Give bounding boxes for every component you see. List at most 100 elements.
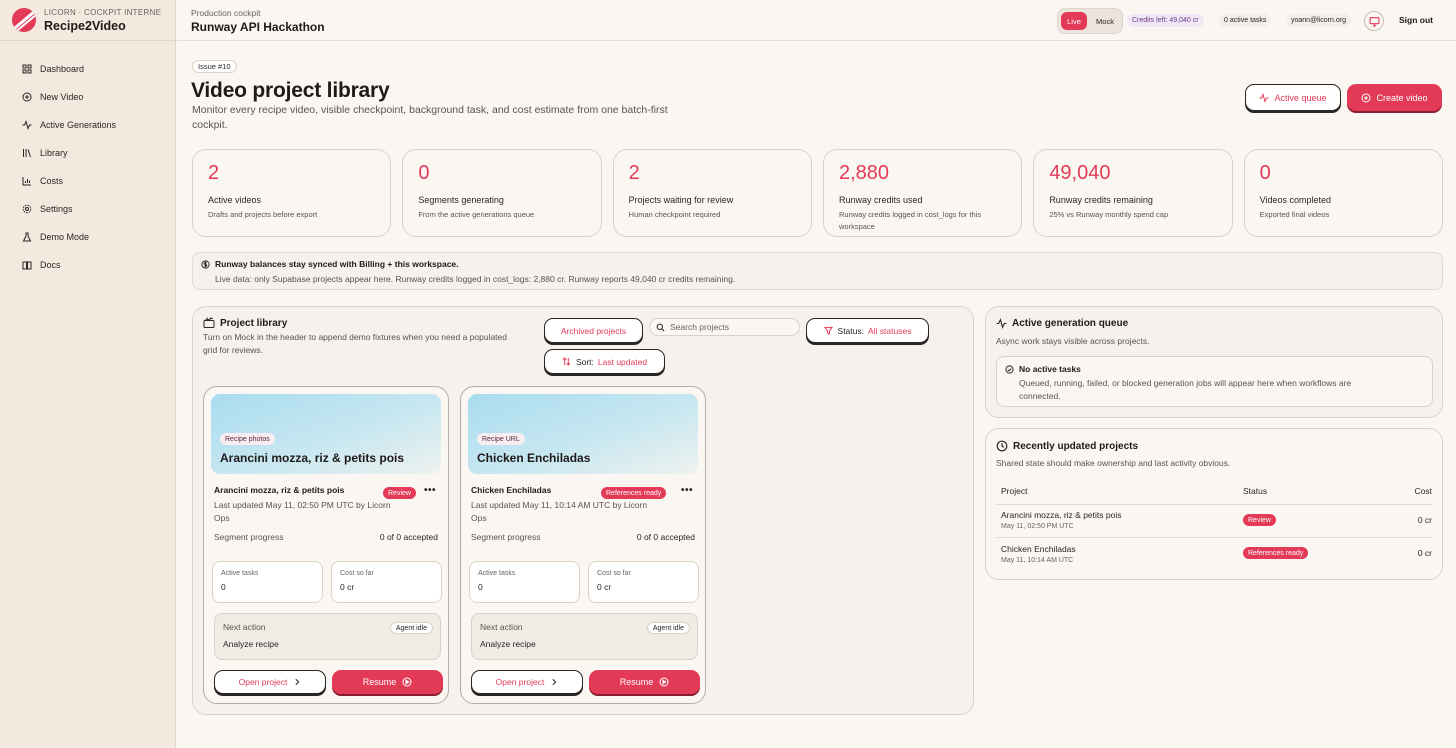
credits-left-badge: Credits left: 49,040 cr [1127, 14, 1204, 27]
agent-status-badge: Agent idle [389, 622, 433, 634]
sidebar-item-library[interactable]: Library [0, 139, 175, 167]
stat-card-waiting-review: 2 Projects waiting for review Human chec… [612, 149, 812, 237]
status-badge: Review [1243, 514, 1276, 526]
source-tag: Recipe URL [477, 433, 525, 445]
stat-card-credits-remaining: 49,040 Runway credits remaining 25% vs R… [1033, 149, 1233, 237]
sign-out-button[interactable]: Sign out [1399, 15, 1433, 25]
stat-value: 0 [1259, 162, 1271, 184]
grid-icon [22, 64, 32, 74]
sidebar: LICORN · COCKPIT INTERNE Recipe2Video Da… [0, 0, 176, 748]
status-filter-dropdown[interactable]: Status: All statuses [806, 318, 929, 343]
sort-arrows-icon [562, 357, 571, 366]
segment-progress-value: 0 of 0 accepted [636, 532, 695, 542]
brand-name: Recipe2Video [44, 18, 126, 33]
resume-button[interactable]: Resume [589, 670, 700, 694]
sort-dropdown[interactable]: Sort: Last updated [544, 349, 665, 374]
agent-status-badge: Agent idle [646, 622, 690, 634]
row-project-name: Arancini mozza, riz & petits pois [1001, 510, 1122, 520]
open-project-button[interactable]: Open project [471, 670, 583, 694]
sidebar-item-label: Settings [40, 204, 73, 214]
stat-value: 2 [208, 162, 220, 184]
queue-empty-state: No active tasks Queued, running, failed,… [996, 356, 1433, 407]
column-header-cost[interactable]: Cost [1415, 486, 1432, 496]
segment-progress-label: Segment progress [214, 532, 284, 542]
sidebar-item-label: Active Generations [40, 120, 117, 130]
stat-card-active-videos: 2 Active videos Drafts and projects befo… [192, 149, 392, 237]
open-project-button[interactable]: Open project [214, 670, 326, 694]
recent-title: Recently updated projects [1013, 440, 1139, 452]
licorn-logo-icon [12, 8, 36, 32]
stat-subtext: 25% vs Runway monthly spend cap [1049, 210, 1169, 219]
next-action-box: Next action Analyze recipe Agent idle [471, 613, 698, 660]
project-thumbnail[interactable]: Recipe URL Chicken Enchiladas [468, 394, 698, 474]
active-queue-button[interactable]: Active queue [1245, 84, 1341, 111]
stat-label: Runway credits remaining [1049, 195, 1153, 205]
more-options-icon[interactable]: ••• [681, 485, 693, 496]
stat-value: 2,880 [838, 162, 890, 184]
status-badge: Review [383, 487, 416, 499]
display-button[interactable] [1364, 11, 1384, 31]
sidebar-item-demo-mode[interactable]: Demo Mode [0, 223, 175, 251]
user-email-badge: yoann@licorn.org [1286, 14, 1351, 27]
row-cost: 0 cr [1417, 548, 1432, 558]
project-name: Chicken Enchiladas [471, 485, 552, 495]
more-options-icon[interactable]: ••• [424, 485, 436, 496]
column-header-project[interactable]: Project [1001, 486, 1027, 496]
project-library-panel: Project library Turn on Mock in the head… [192, 306, 974, 715]
create-video-label: Create video [1376, 92, 1428, 103]
archived-projects-button[interactable]: Archived projects [544, 318, 643, 343]
project-card[interactable]: Recipe URL Chicken Enchiladas Chicken En… [460, 386, 706, 704]
library-subtitle: Turn on Mock in the header to append dem… [203, 332, 507, 355]
sidebar-item-settings[interactable]: Settings [0, 195, 175, 223]
create-video-button[interactable]: Create video [1347, 84, 1442, 111]
active-tasks-value: 0 [221, 582, 226, 592]
activity-icon [1259, 92, 1269, 103]
thumbnail-title: Arancini mozza, riz & petits pois [220, 451, 405, 465]
chevron-right-icon [295, 678, 300, 686]
resume-button[interactable]: Resume [332, 670, 443, 694]
sidebar-item-active-generations[interactable]: Active Generations [0, 111, 175, 139]
check-circle-icon [1005, 364, 1014, 374]
cost-box: Cost so far 0 cr [588, 561, 699, 603]
brand[interactable]: LICORN · COCKPIT INTERNE Recipe2Video [0, 0, 175, 41]
project-card[interactable]: Recipe photos Arancini mozza, riz & peti… [203, 386, 449, 704]
column-header-status[interactable]: Status [1243, 486, 1267, 496]
thumbnail-title: Chicken Enchiladas [477, 451, 591, 465]
data-mode-toggle: Live Mock [1057, 8, 1123, 34]
stat-label: Runway credits used [838, 195, 923, 205]
sidebar-item-label: Dashboard [40, 64, 85, 74]
brand-subtitle: LICORN · COCKPIT INTERNE [44, 7, 162, 17]
search-input[interactable]: Search projects [649, 318, 800, 336]
sidebar-item-dashboard[interactable]: Dashboard [0, 55, 175, 83]
next-action-value: Analyze recipe [480, 639, 536, 649]
sidebar-item-label: Demo Mode [40, 232, 90, 242]
cost-label: Cost so far [597, 570, 631, 577]
active-generation-queue-panel: Active generation queue Async work stays… [985, 306, 1443, 418]
sidebar-item-new-video[interactable]: New Video [0, 83, 175, 111]
resume-label: Resume [619, 677, 654, 687]
cost-value: 0 cr [597, 582, 612, 592]
book-icon [22, 260, 32, 270]
next-action-box: Next action Analyze recipe Agent idle [214, 613, 441, 660]
status-badge: References ready [1243, 547, 1309, 559]
clock-icon [996, 440, 1008, 452]
mode-mock-button[interactable]: Mock [1091, 12, 1119, 30]
stat-card-credits-used: 2,880 Runway credits used Runway credits… [822, 149, 1023, 237]
queue-empty-title: No active tasks [1019, 364, 1081, 374]
plus-circle-icon [22, 92, 32, 102]
sidebar-item-docs[interactable]: Docs [0, 251, 175, 279]
project-thumbnail[interactable]: Recipe photos Arancini mozza, riz & peti… [211, 394, 441, 474]
search-placeholder: Search projects [670, 322, 730, 332]
mode-live-button[interactable]: Live [1061, 12, 1087, 30]
sidebar-item-label: Library [40, 148, 68, 158]
breadcrumb[interactable]: Production cockpit [191, 8, 260, 18]
sidebar-item-costs[interactable]: Costs [0, 167, 175, 195]
library-title: Project library [220, 317, 288, 329]
row-project-name: Chicken Enchiladas [1001, 544, 1076, 554]
row-cost: 0 cr [1417, 515, 1432, 525]
filter-icon [823, 326, 833, 335]
project-meta: Last updated May 11, 10:14 AM UTC by Lic… [471, 500, 648, 523]
queue-subtitle: Async work stays visible across projects… [996, 336, 1150, 346]
active-tasks-label: Active tasks [478, 570, 516, 577]
page-title: Video project library [191, 79, 390, 102]
